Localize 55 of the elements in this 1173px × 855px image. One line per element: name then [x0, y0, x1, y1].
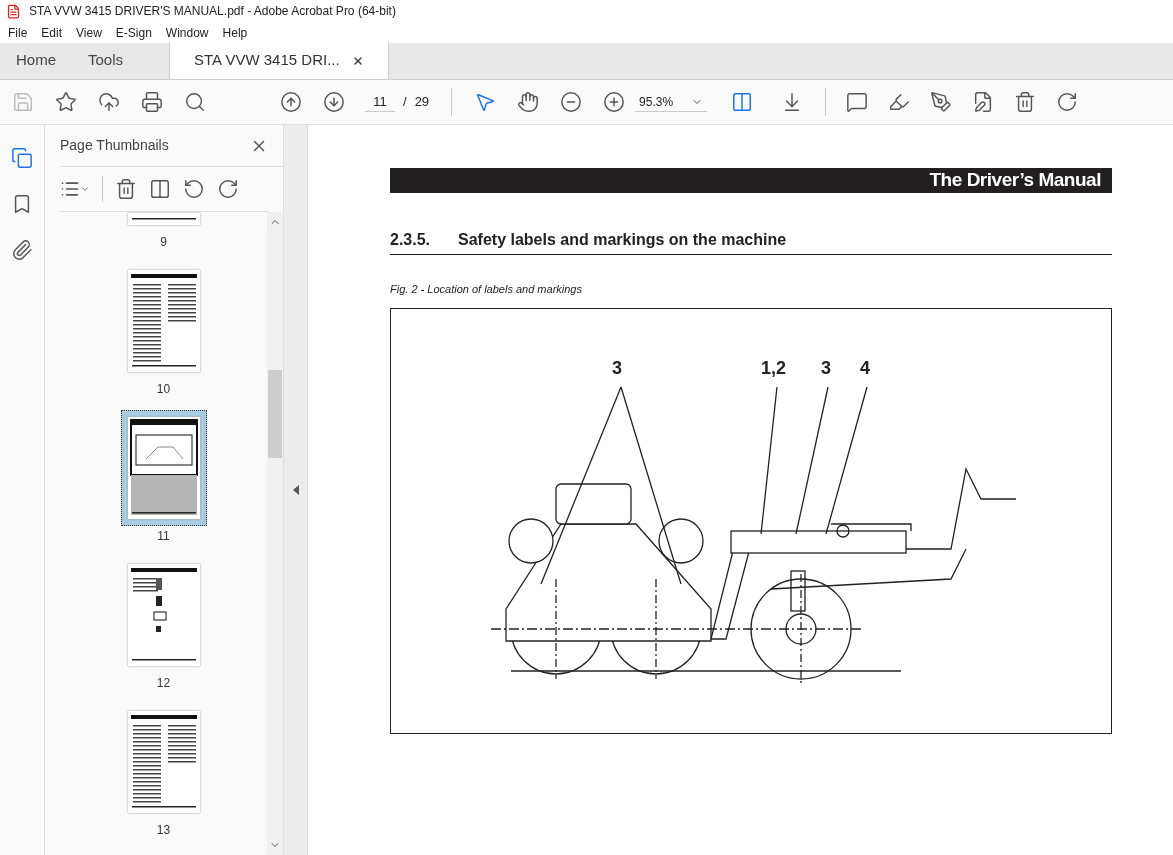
zoom-dropdown[interactable]: 95.3% — [635, 92, 708, 112]
menu-item[interactable]: E-Sign — [115, 23, 152, 42]
page-total: 29 — [414, 93, 430, 112]
menu-item[interactable]: Help — [222, 23, 248, 42]
tab[interactable]: Home — [0, 42, 72, 79]
trash-icon[interactable] — [115, 178, 137, 200]
page-number: 11 — [157, 528, 170, 545]
callout-number: 3 — [612, 356, 622, 379]
window-title: STA VVW 3415 DRIVER'S MANUAL.pdf - Adobe Acrobat Pro (64-bit) — [29, 3, 396, 20]
menu-item[interactable]: File — [8, 23, 28, 42]
scroll-thumb[interactable] — [268, 369, 282, 458]
collapse-icon[interactable] — [292, 485, 299, 495]
callout-number: 4 — [860, 356, 870, 379]
comment-icon[interactable] — [846, 91, 869, 113]
arrow-up-icon[interactable] — [280, 91, 302, 113]
page-number: 12 — [156, 675, 171, 692]
rotate-icon[interactable] — [217, 178, 239, 200]
page-thumbnail[interactable] — [120, 410, 207, 526]
pages-icon[interactable] — [11, 147, 33, 169]
menu-item[interactable]: Window — [165, 23, 209, 42]
pdf-app-icon — [6, 3, 21, 19]
close-icon[interactable] — [351, 54, 364, 67]
hand-icon[interactable] — [517, 91, 540, 113]
page-number: 13 — [156, 822, 171, 839]
figure-caption: Fig. 2 - Location of labels and markings — [390, 282, 583, 297]
tab[interactable]: Tools — [72, 42, 140, 79]
section-title: Safety labels and markings on the machine — [458, 230, 787, 250]
highlighter-icon[interactable] — [888, 91, 911, 113]
callout-number: 1,2 — [761, 356, 787, 379]
page-header-bar: The Driver’s Manual — [390, 168, 1112, 193]
paperclip-icon[interactable] — [11, 239, 33, 261]
search-icon[interactable] — [184, 91, 206, 113]
page-number: 9 — [160, 234, 167, 251]
tab[interactable]: STA VVW 3415 DRI... — [169, 42, 389, 79]
printer-icon[interactable] — [141, 91, 163, 113]
menu-item[interactable]: Edit — [41, 23, 63, 42]
trash-icon[interactable] — [1014, 91, 1037, 113]
pointer-icon[interactable] — [474, 91, 497, 113]
scrollbar[interactable] — [267, 212, 283, 855]
callout-number: 3 — [821, 356, 831, 379]
page-separator: / — [403, 93, 407, 112]
panel-title: Page Thumbnails — [60, 136, 169, 155]
page-number: 10 — [156, 381, 171, 398]
cloud-upload-icon[interactable] — [98, 91, 120, 113]
section-number: 2.3.5. — [390, 230, 431, 250]
rotate-icon[interactable] — [1056, 91, 1079, 113]
options-icon[interactable] — [60, 179, 90, 199]
rotate-left-icon[interactable] — [183, 178, 205, 200]
menu-item[interactable]: View — [76, 23, 102, 42]
arrow-down-icon[interactable] — [323, 91, 345, 113]
page-number-field[interactable]: 11 — [365, 91, 395, 113]
star-icon[interactable] — [55, 91, 77, 113]
zoom-in-icon[interactable] — [603, 91, 626, 113]
zoom-out-icon[interactable] — [560, 91, 583, 113]
pen-icon[interactable] — [930, 91, 953, 113]
